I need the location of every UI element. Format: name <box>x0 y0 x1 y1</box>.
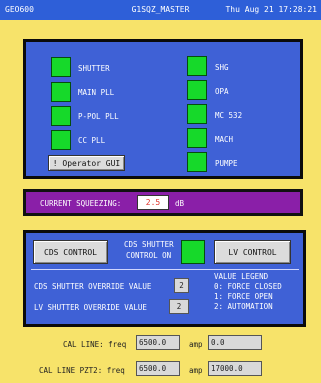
label-shutter: SHUTTER <box>78 64 110 73</box>
lv-override-input[interactable]: 2 <box>169 299 189 314</box>
legend-0: 0: FORCE CLOSED <box>214 282 282 291</box>
led-mc-532 <box>187 104 207 124</box>
led-p-pol-pll <box>51 106 71 126</box>
status-panel: SHUTTER MAIN PLL P-POL PLL CC PLL ! Oper… <box>23 39 303 179</box>
cds-shutter-label-line1: CDS SHUTTER <box>124 240 174 249</box>
cal-line-pzt2-freq-input[interactable]: 6500.0 <box>136 361 180 376</box>
led-mach <box>187 128 207 148</box>
label-p-pol-pll: P-POL PLL <box>78 112 119 121</box>
cal-line-pzt2-amp-input[interactable]: 17000.0 <box>208 361 262 376</box>
led-pumpe <box>187 152 207 172</box>
divider <box>31 269 299 270</box>
led-main-pll <box>51 82 71 102</box>
cds-override-label: CDS SHUTTER OVERRIDE VALUE <box>34 282 152 291</box>
legend-title: VALUE LEGEND <box>214 272 269 281</box>
label-mc-532: MC 532 <box>215 111 243 120</box>
clock-readout: Thu Aug 21 17:28:21 <box>225 5 317 14</box>
operator-gui-button[interactable]: ! Operator GUI <box>48 155 125 171</box>
cds-control-button[interactable]: CDS CONTROL <box>33 240 108 264</box>
control-panel: CDS CONTROL CDS SHUTTER CONTROL ON LV CO… <box>23 230 306 327</box>
cal-line-amp-label: amp <box>189 340 203 349</box>
legend-2: 2: AUTOMATION <box>214 302 273 311</box>
label-opa: OPA <box>215 87 229 96</box>
cal-line-pzt2-amp-label: amp <box>189 366 203 375</box>
lv-override-label: LV SHUTTER OVERRIDE VALUE <box>34 303 147 312</box>
led-shutter <box>51 57 71 77</box>
title-bar: GEO600 G1SQZ_MASTER Thu Aug 21 17:28:21 <box>0 0 321 20</box>
label-pumpe: PUMPE <box>215 159 238 168</box>
led-shg <box>187 56 207 76</box>
cds-override-input[interactable]: 2 <box>174 278 189 293</box>
cds-shutter-label-line2: CONTROL ON <box>126 251 172 260</box>
squeezing-bar: CURRENT SQUEEZING: 2.5 dB <box>23 189 303 216</box>
led-cc-pll <box>51 130 71 150</box>
lv-control-button[interactable]: LV CONTROL <box>214 240 291 264</box>
cds-shutter-led <box>181 240 205 264</box>
label-shg: SHG <box>215 63 229 72</box>
cal-line-freq-input[interactable]: 6500.0 <box>136 335 180 350</box>
label-main-pll: MAIN PLL <box>78 88 115 97</box>
led-opa <box>187 80 207 100</box>
legend-1: 1: FORCE OPEN <box>214 292 273 301</box>
squeezing-label: CURRENT SQUEEZING: <box>40 199 122 208</box>
squeezing-unit: dB <box>175 199 185 208</box>
cal-line-label: CAL LINE: freq <box>63 340 127 349</box>
label-mach: MACH <box>215 135 234 144</box>
squeezing-value: 2.5 <box>137 195 169 210</box>
label-cc-pll: CC PLL <box>78 136 106 145</box>
cal-line-amp-input[interactable]: 0.0 <box>208 335 262 350</box>
cal-line-pzt2-label: CAL LINE PZT2: freq <box>39 366 125 375</box>
